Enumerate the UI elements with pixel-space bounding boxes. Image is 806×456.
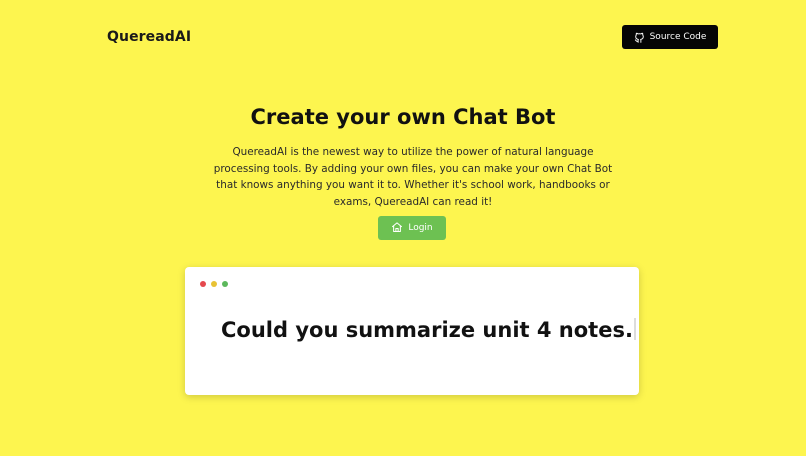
home-icon [391,221,403,236]
source-code-label: Source Code [649,32,707,42]
typed-prompt: Could you summarize unit 4 notes. [221,318,636,342]
window-minimize-dot [211,281,217,287]
login-label: Login [408,223,433,233]
source-code-button[interactable]: Source Code [622,25,718,49]
github-icon [634,32,645,43]
hero-description: QuereadAI is the newest way to utilize t… [213,146,613,208]
chat-demo-window: Could you summarize unit 4 notes. [185,267,639,395]
window-maximize-dot [222,281,228,287]
typed-prompt-text: Could you summarize unit 4 notes. [221,318,633,342]
brand-logo[interactable]: QuereadAI [107,29,191,45]
page-title: Create your own Chat Bot [250,105,556,129]
window-close-dot [200,281,206,287]
text-caret [633,318,636,340]
login-button[interactable]: Login [378,216,446,240]
